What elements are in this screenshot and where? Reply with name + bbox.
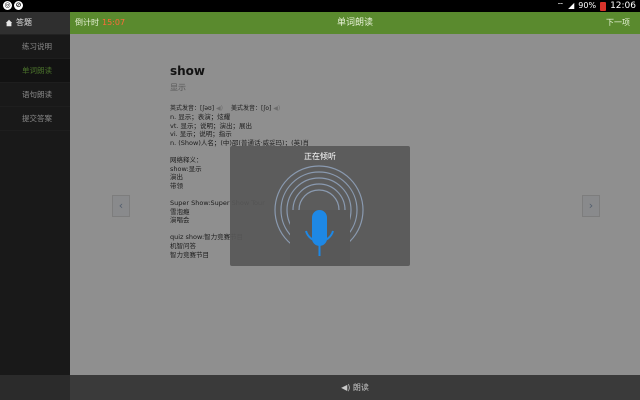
wifi-icon: ⌔ xyxy=(556,1,565,10)
read-aloud-label: 朗读 xyxy=(352,383,369,392)
sidebar-header[interactable]: 答题 xyxy=(0,12,70,35)
bottom-bar: ◀) 朗读 xyxy=(70,375,640,400)
clock: 12:06 xyxy=(610,1,636,11)
listening-dialog: 正在倾听 xyxy=(230,146,410,266)
status-bar: ◎ ⊘ ⌔ ◢ 90% 12:06 xyxy=(0,0,640,12)
dialog-title: 正在倾听 xyxy=(304,152,336,161)
sidebar-header-label: 答题 xyxy=(16,18,32,27)
mic-listening-icon xyxy=(274,165,364,266)
sync-icon: ⊘ xyxy=(14,1,23,10)
status-left-icons: ◎ ⊘ xyxy=(3,1,23,10)
signal-icon: ◢ xyxy=(568,1,575,10)
speaker-icon: ◀) xyxy=(341,383,351,392)
status-right: ⌔ ◢ 90% 12:06 xyxy=(557,0,636,12)
battery-icon xyxy=(600,1,607,11)
notification-icon: ◎ xyxy=(3,1,12,10)
read-aloud-button[interactable]: ◀) 朗读 xyxy=(70,375,640,400)
top-bar: 倒计时 15:07 单词朗读 下一项 xyxy=(70,12,640,34)
battery-percent: 90% xyxy=(578,1,597,10)
next-button[interactable]: 下一项 xyxy=(606,12,630,34)
page-title: 单词朗读 xyxy=(336,18,373,28)
home-icon xyxy=(5,19,13,27)
